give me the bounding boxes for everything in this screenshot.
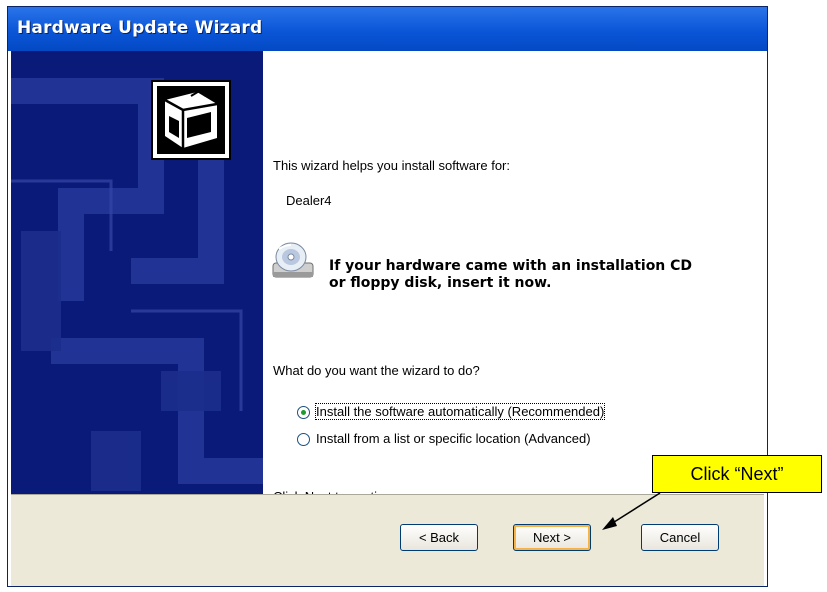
option-list-label[interactable]: Install from a list or specific location… — [316, 431, 591, 446]
wizard-intro-text: This wizard helps you install software f… — [273, 158, 510, 173]
option-install-automatically[interactable]: Install the software automatically (Reco… — [297, 403, 677, 422]
radio-from-list[interactable] — [297, 433, 310, 446]
window-title: Hardware Update Wizard — [17, 18, 263, 38]
wizard-question: What do you want the wizard to do? — [273, 363, 480, 378]
title-bar[interactable]: Hardware Update Wizard — [8, 7, 767, 51]
option-automatic-label[interactable]: Install the software automatically (Reco… — [314, 403, 606, 420]
wizard-content: This wizard helps you install software f… — [151, 51, 764, 504]
next-button[interactable]: Next > — [513, 524, 591, 551]
cancel-button[interactable]: Cancel — [641, 524, 719, 551]
click-next-callout: Click “Next” — [652, 455, 822, 493]
wizard-window: Hardware Update Wizard This wizard helps… — [7, 6, 768, 587]
device-name: Dealer4 — [286, 193, 332, 208]
cd-drive-icon — [271, 239, 319, 283]
cd-prompt-line1: If your hardware came with an installati… — [329, 258, 693, 274]
hardware-box-icon — [151, 80, 231, 160]
option-install-from-list[interactable]: Install from a list or specific location… — [297, 431, 677, 449]
wizard-button-bar: < Back Next > Cancel — [11, 494, 764, 586]
cd-prompt-line2: or floppy disk, insert it now. — [329, 275, 552, 291]
back-button[interactable]: < Back — [400, 524, 478, 551]
radio-automatic[interactable] — [297, 406, 310, 419]
